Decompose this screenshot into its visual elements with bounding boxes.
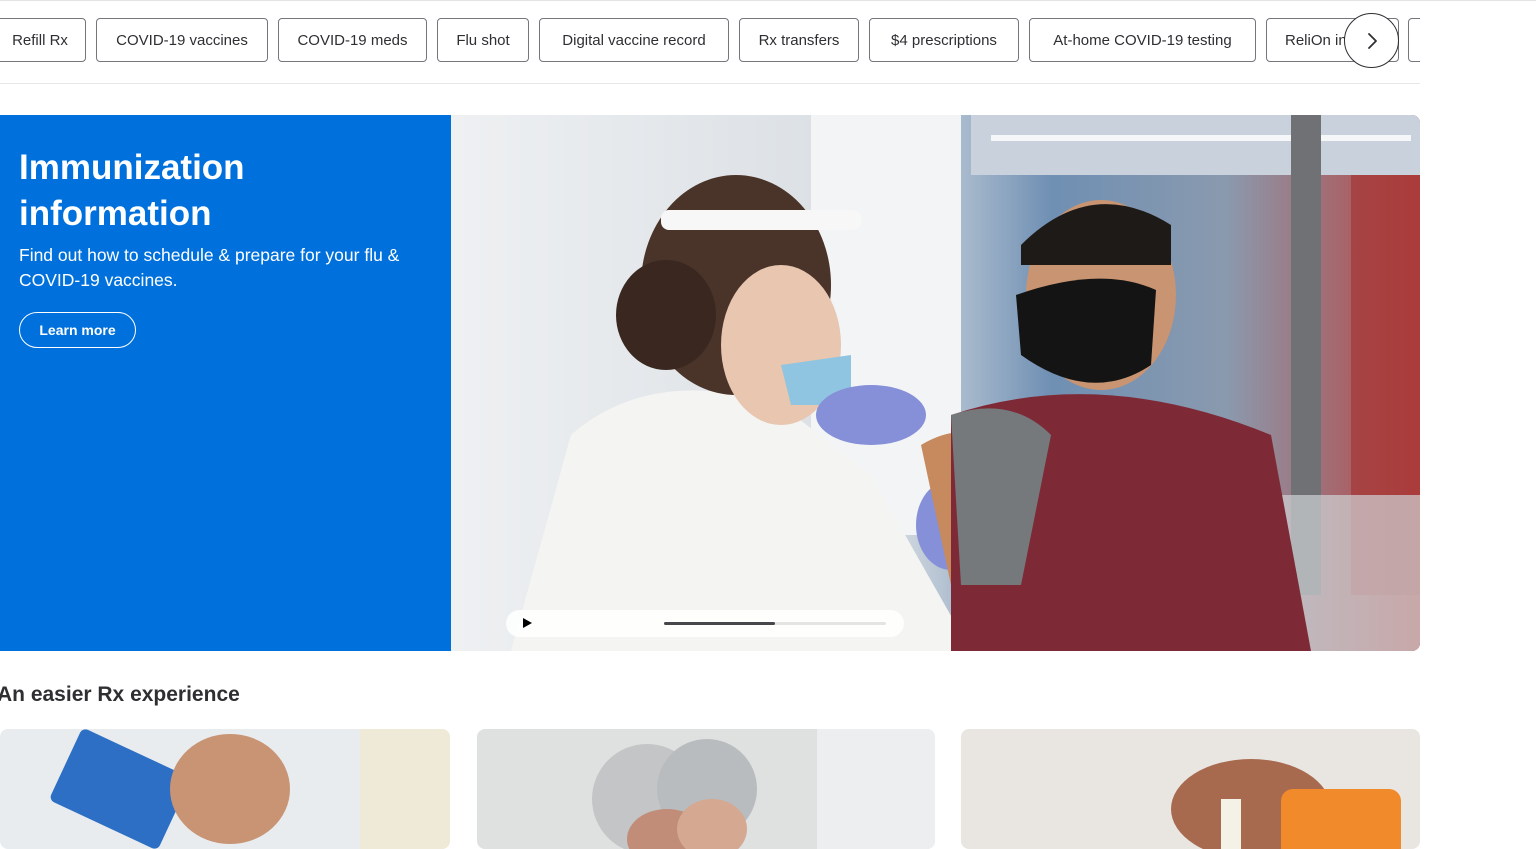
pill-bottle-photo	[961, 729, 1420, 849]
pill-refill-rx[interactable]: Refill Rx	[0, 18, 86, 62]
pill-label: ReliOn in	[1285, 31, 1347, 49]
pill-digital-vaccine-record[interactable]: Digital vaccine record	[539, 18, 729, 62]
rx-experience-card-1[interactable]	[0, 729, 450, 849]
vaccination-photo	[451, 115, 1420, 651]
pill-label: Refill Rx	[12, 31, 68, 49]
pill-flu-shot[interactable]: Flu shot	[437, 18, 529, 62]
pill-covid-vaccines[interactable]: COVID-19 vaccines	[96, 18, 268, 62]
video-controls	[506, 610, 904, 637]
seniors-photo	[477, 729, 935, 849]
hero-subtitle: Find out how to schedule & prepare for y…	[19, 245, 400, 290]
pill-label: Digital vaccine record	[562, 31, 706, 49]
pill-at-home-covid-testing[interactable]: At-home COVID-19 testing	[1029, 18, 1256, 62]
play-icon[interactable]	[520, 616, 534, 630]
pill-label: $4 prescriptions	[891, 31, 997, 49]
pill-label: COVID-19 meds	[297, 31, 408, 49]
pill-label: Flu shot	[456, 31, 510, 49]
rx-experience-card-3[interactable]	[961, 729, 1420, 849]
pill-label: Rx transfers	[758, 31, 840, 49]
video-progress-track[interactable]	[664, 622, 886, 625]
section-title: An easier Rx experience	[0, 683, 240, 706]
learn-more-button[interactable]: Learn more	[19, 312, 136, 348]
pill-4-dollar-prescriptions[interactable]: $4 prescriptions	[869, 18, 1019, 62]
hero-image	[451, 115, 1420, 651]
hero-text-panel: Immunization information Find out how to…	[0, 115, 451, 651]
hero-title: Immunization information	[19, 148, 245, 233]
video-progress-fill	[664, 622, 775, 625]
hero-banner: Immunization information Find out how to…	[0, 115, 1420, 651]
pharmacy-quick-links: Refill Rx COVID-19 vaccines COVID-19 med…	[0, 0, 1420, 84]
pill-partial[interactable]	[1408, 18, 1420, 62]
pill-label: COVID-19 vaccines	[116, 31, 248, 49]
pill-rx-transfers[interactable]: Rx transfers	[739, 18, 859, 62]
rx-experience-card-2[interactable]	[477, 729, 935, 849]
pharmacist-photo	[0, 729, 450, 849]
pill-covid-meds[interactable]: COVID-19 meds	[278, 18, 427, 62]
carousel-next-button[interactable]	[1344, 13, 1399, 68]
chevron-right-icon	[1367, 32, 1377, 49]
pill-label: At-home COVID-19 testing	[1053, 31, 1232, 49]
